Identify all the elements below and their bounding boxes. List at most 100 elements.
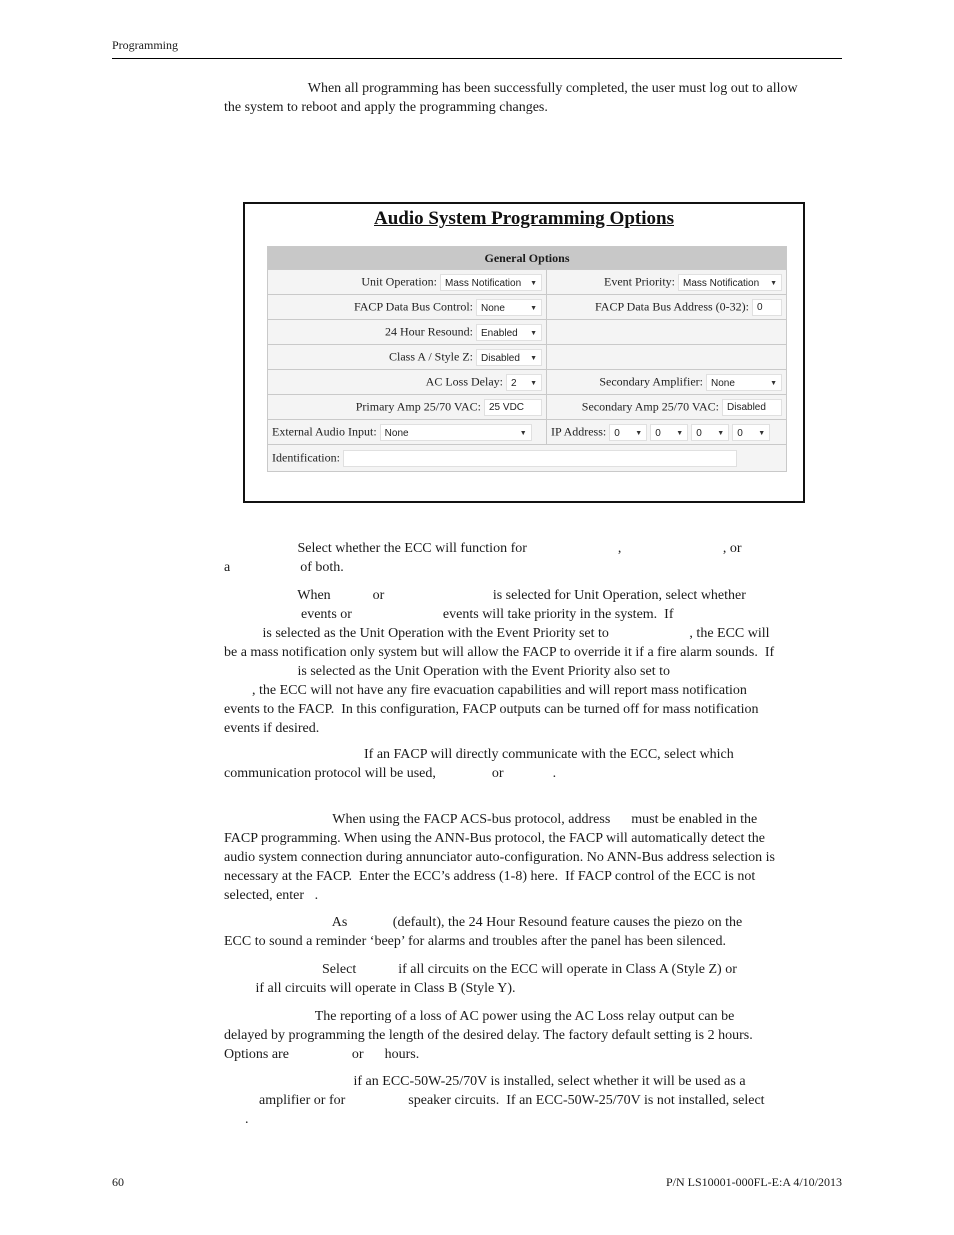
text-line: events if desired.: [224, 721, 320, 736]
chevron-down-icon: ▼: [530, 329, 537, 337]
secondary-amplifier-description: if an ECC-50W-25/70V is installed, selec…: [224, 1072, 840, 1129]
text-line: audio system connection during annunciat…: [224, 850, 775, 865]
event-priority-label: Event Priority:: [604, 273, 675, 288]
empty-cell: [546, 319, 787, 345]
text-line: , the ECC will not have any fire evacuat…: [224, 683, 747, 698]
external-audio-label: External Audio Input:: [272, 423, 377, 438]
text-line: When using the FACP ACS-bus protocol, ad…: [224, 812, 758, 827]
text-line: The reporting of a loss of AC power usin…: [224, 1009, 735, 1024]
page-number: 60: [112, 1175, 124, 1189]
chevron-down-icon: ▼: [676, 429, 684, 437]
select-value: None: [711, 377, 735, 389]
ac-loss-description: The reporting of a loss of AC power usin…: [224, 1007, 840, 1064]
identification-label: Identification:: [272, 449, 340, 464]
chevron-down-icon: ▼: [717, 429, 725, 437]
general-options-table: General Options Unit Operation: Mass Not…: [267, 246, 787, 472]
text-line: Select if all circuits on the ECC will o…: [224, 962, 737, 977]
class-a-select[interactable]: Disabled ▼: [476, 348, 542, 366]
chevron-down-icon: ▼: [530, 379, 537, 387]
primary-amp-cell: Primary Amp 25/70 VAC: 25 VDC: [267, 394, 547, 420]
secondary-amp-cell: Secondary Amp 25/70 VAC: Disabled: [546, 394, 787, 420]
class-a-label: Class A / Style Z:: [388, 348, 473, 363]
select-value: Mass Notification: [445, 277, 522, 289]
text-line: delayed by programming the length of the…: [224, 1028, 753, 1043]
unit-operation-description: Select whether the ECC will function for…: [224, 539, 840, 577]
text-line: a of both.: [224, 560, 344, 575]
text-line: be a mass notification only system but w…: [224, 645, 775, 660]
facp-bus-address-input[interactable]: 0: [752, 298, 782, 316]
text-line: Select whether the ECC will function for…: [224, 541, 742, 556]
text-line: When all programming has been successful…: [224, 81, 798, 96]
primary-amp-field: 25 VDC: [484, 398, 542, 416]
secondary-amplifier-select[interactable]: None ▼: [706, 373, 782, 391]
text-line: if an ECC-50W-25/70V is installed, selec…: [224, 1074, 746, 1089]
text-line: Options are or hours.: [224, 1047, 420, 1062]
resound-24h-cell: 24 Hour Resound: Enabled ▼: [267, 319, 547, 345]
facp-bus-address-description: When using the FACP ACS-bus protocol, ad…: [224, 810, 840, 905]
select-value: None: [384, 427, 409, 439]
ip-octet-1-select[interactable]: 0 ▼: [609, 423, 648, 441]
facp-bus-control-cell: FACP Data Bus Control: None ▼: [267, 294, 547, 320]
text-line: amplifier or for speaker circuits. If an…: [224, 1093, 765, 1108]
text-line: selected, enter .: [224, 888, 319, 903]
text-line: As (default), the 24 Hour Resound featur…: [224, 915, 743, 930]
class-a-cell: Class A / Style Z: Disabled ▼: [267, 344, 547, 370]
text-line: necessary at the FACP. Enter the ECC’s a…: [224, 869, 756, 884]
external-audio-cell: External Audio Input: None ▼: [267, 419, 547, 445]
select-value: 0: [696, 427, 702, 439]
chevron-down-icon: ▼: [770, 279, 777, 287]
figure-title: Audio System Programming Options: [374, 208, 674, 229]
select-value: Mass Notification: [683, 277, 760, 289]
select-value: Enabled: [481, 327, 518, 339]
empty-cell: [546, 344, 787, 370]
ac-loss-delay-cell: AC Loss Delay: 2 ▼: [267, 369, 547, 395]
secondary-amplifier-label: Secondary Amplifier:: [599, 373, 703, 388]
text-line: if all circuits will operate in Class B …: [224, 981, 516, 996]
text-line: ECC to sound a reminder ‘beep’ for alarm…: [224, 934, 727, 949]
ip-address-label: IP Address:: [551, 423, 607, 438]
text-line: is selected as the Unit Operation with t…: [224, 664, 670, 679]
external-audio-select[interactable]: None ▼: [379, 423, 532, 441]
unit-operation-cell: Unit Operation: Mass Notification ▼: [267, 269, 547, 295]
facp-bus-address-label: FACP Data Bus Address (0-32):: [595, 298, 749, 313]
select-value: 0: [614, 427, 620, 439]
unit-operation-label: Unit Operation:: [361, 273, 437, 288]
facp-bus-control-label: FACP Data Bus Control:: [353, 298, 473, 313]
facp-bus-address-cell: FACP Data Bus Address (0-32): 0: [546, 294, 787, 320]
text-line: events or events will take priority in t…: [224, 607, 674, 622]
audio-options-figure: Audio System Programming Options General…: [243, 202, 805, 503]
chevron-down-icon: ▼: [758, 429, 766, 437]
select-value: None: [481, 302, 505, 314]
ip-octet-2-select[interactable]: 0 ▼: [650, 423, 689, 441]
chevron-down-icon: ▼: [530, 354, 537, 362]
primary-amp-label: Primary Amp 25/70 VAC:: [355, 398, 481, 413]
facp-bus-control-description: If an FACP will directly communicate wit…: [224, 745, 840, 783]
chevron-down-icon: ▼: [530, 279, 537, 287]
unit-operation-select[interactable]: Mass Notification ▼: [440, 273, 542, 291]
general-options-header: General Options: [267, 246, 787, 270]
event-priority-cell: Event Priority: Mass Notification ▼: [546, 269, 787, 295]
secondary-amplifier-cell: Secondary Amplifier: None ▼: [546, 369, 787, 395]
select-value: 2: [511, 377, 517, 389]
identification-input[interactable]: [342, 449, 737, 467]
text-line: communication protocol will be used, or …: [224, 766, 557, 781]
ip-octet-3-select[interactable]: 0 ▼: [691, 423, 730, 441]
event-priority-description: When or is selected for Unit Operation, …: [224, 586, 840, 738]
select-value: 0: [655, 427, 661, 439]
identification-cell: Identification:: [267, 444, 787, 472]
resound-24h-select[interactable]: Enabled ▼: [476, 323, 542, 341]
chevron-down-icon: ▼: [530, 304, 537, 312]
resound-description: As (default), the 24 Hour Resound featur…: [224, 913, 840, 951]
text-line: is selected as the Unit Operation with t…: [224, 626, 770, 641]
facp-bus-control-select[interactable]: None ▼: [476, 298, 542, 316]
ac-loss-delay-select[interactable]: 2 ▼: [506, 373, 542, 391]
class-a-description: Select if all circuits on the ECC will o…: [224, 960, 840, 998]
document-reference: P/N LS10001-000FL-E:A 4/10/2013: [665, 1175, 842, 1189]
text-line: the system to reboot and apply the progr…: [224, 100, 548, 115]
event-priority-select[interactable]: Mass Notification ▼: [678, 273, 782, 291]
select-value: Disabled: [481, 352, 520, 364]
secondary-amp-field: Disabled: [722, 398, 782, 416]
text-line: .: [224, 1112, 249, 1127]
chevron-down-icon: ▼: [770, 379, 777, 387]
ip-octet-4-select[interactable]: 0 ▼: [732, 423, 771, 441]
